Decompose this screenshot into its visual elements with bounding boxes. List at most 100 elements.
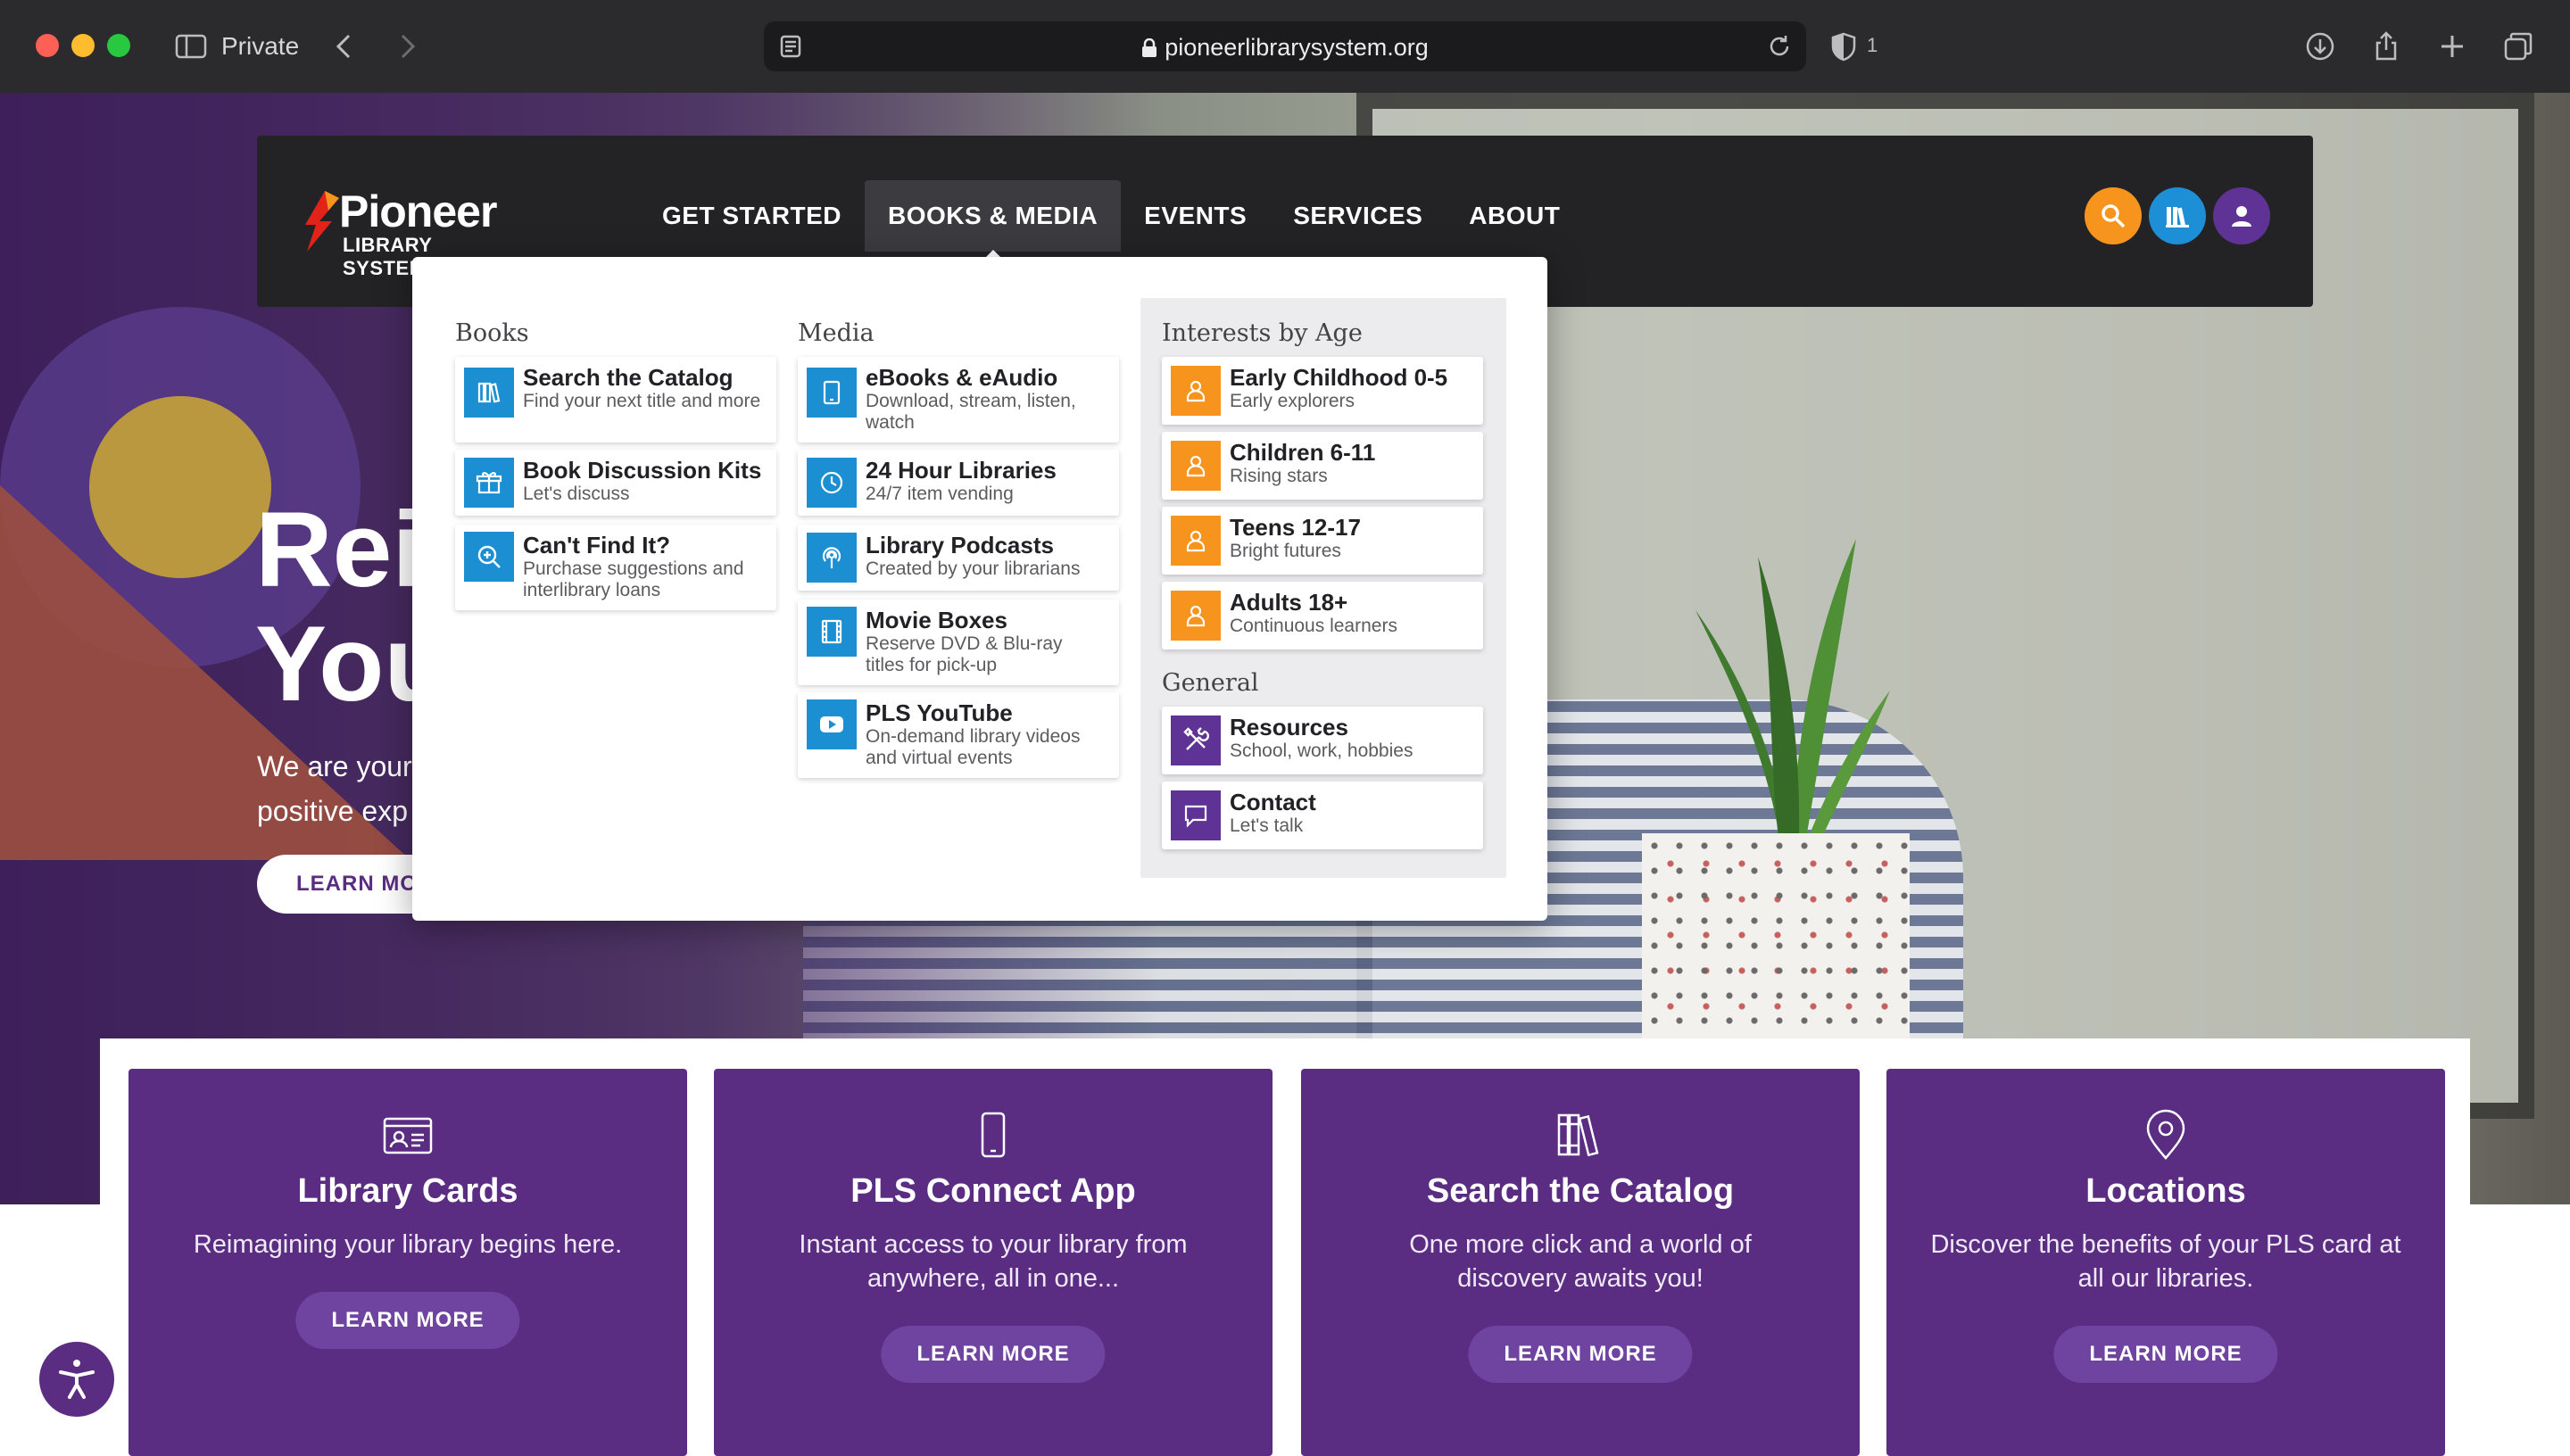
film-icon [807,607,857,657]
menu-item-adults[interactable]: Adults 18+ Continuous learners [1162,582,1483,649]
url-text[interactable]: pioneerlibrarysystem.org [764,34,1806,62]
nav-books-media[interactable]: BOOKS & MEDIA [864,180,1122,262]
menu-item-early-childhood[interactable]: Early Childhood 0-5 Early explorers [1162,357,1483,425]
clock-icon [807,458,857,508]
menu-item-children[interactable]: Children 6-11 Rising stars [1162,432,1483,500]
sidebar-toggle-icon[interactable] [173,29,209,64]
promo-title: Search the Catalog [1426,1172,1735,1210]
search-button[interactable] [2085,187,2142,244]
menu-item-cant-find-it[interactable]: Can't Find It? Purchase suggestions and … [455,525,776,610]
nav-services[interactable]: SERVICES [1270,180,1446,252]
menu-item-title: Can't Find It? [523,532,671,558]
promo-description: Instant access to your library from anyw… [799,1230,1188,1293]
close-window-button[interactable] [36,34,59,57]
pls-connect-learn-more-button[interactable]: LEARN MORE [881,1326,1106,1383]
person-icon [1171,441,1221,491]
zoom-window-button[interactable] [107,34,130,57]
menu-item-desc: Reserve DVD & Blu-ray titles for pick-up [866,633,1063,675]
menu-item-desc: Let's discuss [523,484,630,504]
menu-item-desc: 24/7 item vending [866,484,1014,504]
menu-item-desc: Continuous learners [1230,616,1397,636]
books-column-title: Books [455,319,529,347]
menu-item-24-hour-libraries[interactable]: 24 Hour Libraries 24/7 item vending [798,450,1119,516]
books-icon [2166,207,2189,228]
share-icon[interactable] [2368,29,2404,64]
map-pin-icon [2137,1106,2194,1163]
library-cards-learn-more-button[interactable]: LEARN MORE [295,1292,520,1349]
menu-item-desc: Rising stars [1230,466,1328,486]
gift-box-icon [464,458,514,508]
media-column-title: Media [798,319,875,347]
url-value: pioneerlibrarysystem.org [1165,34,1429,61]
hero-decor-circle [89,396,271,578]
hero-photo-plant [1695,539,1890,878]
main-nav: GET STARTED BOOKS & MEDIA EVENTS SERVICE… [639,180,1583,262]
menu-item-ebooks-eaudio[interactable]: eBooks & eAudio Download, stream, listen… [798,357,1119,443]
menu-item-title: Contact [1230,789,1316,815]
books-icon [464,368,514,418]
person-icon [1171,366,1221,416]
menu-item-desc: Download, stream, listen, watch [866,391,1076,433]
menu-item-teens[interactable]: Teens 12-17 Bright futures [1162,507,1483,575]
menu-item-title: Resources [1230,714,1348,740]
menu-item-desc: Find your next title and more [523,391,761,411]
site-logo[interactable]: Pioneer LIBRARY SYSTEM [302,186,521,279]
menu-item-search-catalog[interactable]: Search the Catalog Find your next title … [455,357,776,443]
browser-toolbar: Private pioneerlibrarysystem.org 1 [0,0,2570,93]
menu-item-library-podcasts[interactable]: Library Podcasts Created by your librari… [798,525,1119,591]
search-icon [2102,204,2126,228]
menu-item-book-discussion-kits[interactable]: Book Discussion Kits Let's discuss [455,450,776,516]
menu-item-title: Library Podcasts [866,532,1054,558]
catalog-button[interactable] [2149,187,2206,244]
zoom-in-icon [464,532,514,582]
menu-item-title: Movie Boxes [866,607,1007,633]
tools-icon [1171,716,1221,765]
nav-get-started[interactable]: GET STARTED [639,180,865,252]
menu-item-desc: Purchase suggestions and interlibrary lo… [523,558,744,600]
accessibility-icon [59,1360,95,1399]
promo-title: PLS Connect App [850,1172,1136,1210]
nav-events[interactable]: EVENTS [1121,180,1270,252]
tab-overview-icon[interactable] [2500,29,2536,64]
menu-item-desc: On-demand library videos and virtual eve… [866,726,1081,768]
address-bar[interactable]: pioneerlibrarysystem.org [764,21,1806,71]
person-icon [1171,591,1221,641]
menu-item-title: Early Childhood 0-5 [1230,364,1448,391]
pioneer-logo-mark [305,191,339,252]
menu-item-title: PLS YouTube [866,699,1013,726]
promo-card-locations: Locations Discover the benefits of your … [1886,1069,2445,1456]
menu-item-pls-youtube[interactable]: PLS YouTube On-demand library videos and… [798,692,1119,778]
menu-item-desc: Created by your librarians [866,558,1081,579]
menu-item-resources[interactable]: Resources School, work, hobbies [1162,707,1483,774]
back-icon[interactable] [327,29,362,64]
id-card-icon [379,1106,436,1163]
locations-learn-more-button[interactable]: LEARN MORE [2053,1326,2278,1383]
accessibility-button[interactable] [36,1338,118,1420]
menu-item-desc: Bright futures [1230,541,1341,561]
menu-item-title: 24 Hour Libraries [866,457,1057,484]
menu-item-title: Children 6-11 [1230,439,1376,466]
menu-item-movie-boxes[interactable]: Movie Boxes Reserve DVD & Blu-ray titles… [798,600,1119,685]
person-icon [1171,516,1221,566]
youtube-icon [807,699,857,749]
private-mode-label: Private [221,32,300,60]
general-column-title: General [1162,669,1259,697]
privacy-shield-icon[interactable] [1826,29,1861,64]
menu-item-contact[interactable]: Contact Let's talk [1162,782,1483,849]
user-icon [2232,206,2251,227]
menu-item-title: Adults 18+ [1230,589,1348,616]
account-button[interactable] [2213,187,2270,244]
books-icon [1552,1106,1609,1163]
tablet-icon [807,368,857,418]
reload-icon[interactable] [1762,29,1797,64]
new-tab-icon[interactable] [2434,29,2470,64]
promo-description: Discover the benefits of your PLS card a… [1930,1230,2401,1293]
nav-about[interactable]: ABOUT [1446,180,1583,252]
menu-item-title: Search the Catalog [523,364,734,391]
forward-icon[interactable] [389,29,425,64]
search-catalog-learn-more-button[interactable]: LEARN MORE [1468,1326,1693,1383]
promo-title: Library Cards [297,1172,518,1210]
menu-item-title: Teens 12-17 [1230,514,1361,541]
minimize-window-button[interactable] [71,34,95,57]
downloads-icon[interactable] [2302,29,2338,64]
